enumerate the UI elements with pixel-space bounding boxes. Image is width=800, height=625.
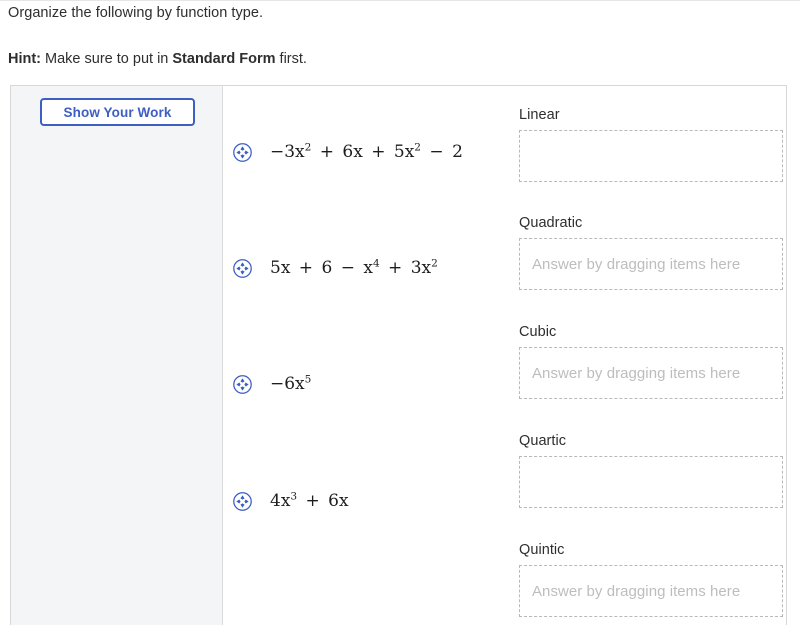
- work-sidebar: Show Your Work: [11, 86, 223, 625]
- draggable-expression-item[interactable]: −6x5: [233, 369, 311, 399]
- drop-zones-column: Linear Quadratic Answer by dragging items …: [505, 86, 786, 625]
- drop-zone-group: Quadratic Answer by dragging items here: [519, 214, 783, 290]
- prompt-header: Organize the following by function type.…: [8, 3, 788, 69]
- drop-zone-placeholder: Answer by dragging items here: [532, 364, 741, 382]
- drop-zone-group: Quintic Answer by dragging items here: [519, 541, 783, 617]
- hint-text-after: first.: [275, 51, 307, 67]
- move-arrows-icon[interactable]: [233, 142, 252, 162]
- hint-label: Hint:: [8, 51, 42, 67]
- drop-zone-label: Cubic: [519, 324, 557, 340]
- hint-emphasis: Standard Form: [172, 51, 276, 67]
- draggable-items-column: −3x2 + 6x + 5x2 − 2 5x + 6 − x4 + 3x2 −6x5…: [223, 86, 505, 625]
- hint-text: Hint: Make sure to put in Standard Form …: [8, 49, 788, 69]
- drop-zone-box[interactable]: [519, 456, 783, 508]
- draggable-expression-item[interactable]: 4x3 + 6x: [233, 486, 349, 516]
- activity-panel: Show Your Work −3x2 + 6x + 5x2 − 2 5x + 6…: [10, 85, 787, 625]
- drop-zone-placeholder: Answer by dragging items here: [532, 582, 741, 600]
- drop-zone-label: Linear: [519, 107, 560, 123]
- draggable-expression-item[interactable]: −3x2 + 6x + 5x2 − 2: [233, 137, 463, 167]
- draggable-expression-item[interactable]: 5x + 6 − x4 + 3x2: [233, 253, 438, 283]
- drop-zone-group: Linear: [519, 106, 783, 182]
- expression-text: 5x + 6 − x4 + 3x2: [270, 256, 438, 278]
- drop-zone-label: Quadratic: [519, 215, 583, 231]
- move-arrows-icon[interactable]: [233, 491, 252, 511]
- top-divider: [0, 0, 800, 1]
- drop-zone-box[interactable]: Answer by dragging items here: [519, 565, 783, 617]
- expression-text: 4x3 + 6x: [270, 489, 349, 511]
- drop-zone-box[interactable]: [519, 130, 783, 182]
- drop-zone-box[interactable]: Answer by dragging items here: [519, 347, 783, 399]
- expression-text: −6x5: [270, 372, 312, 394]
- drop-zone-placeholder: Answer by dragging items here: [532, 255, 741, 273]
- show-your-work-button[interactable]: Show Your Work: [40, 98, 195, 126]
- drop-zone-box[interactable]: Answer by dragging items here: [519, 238, 783, 290]
- instruction-text: Organize the following by function type.: [8, 5, 264, 21]
- move-arrows-icon[interactable]: [233, 374, 252, 394]
- move-arrows-icon[interactable]: [233, 258, 252, 278]
- drop-zone-label: Quintic: [519, 542, 565, 558]
- drop-zone-group: Cubic Answer by dragging items here: [519, 323, 783, 399]
- drop-zone-label: Quartic: [519, 433, 567, 449]
- drop-zone-group: Quartic: [519, 432, 783, 508]
- hint-text-before: Make sure to put in: [41, 51, 173, 67]
- expression-text: −3x2 + 6x + 5x2 − 2: [270, 140, 463, 162]
